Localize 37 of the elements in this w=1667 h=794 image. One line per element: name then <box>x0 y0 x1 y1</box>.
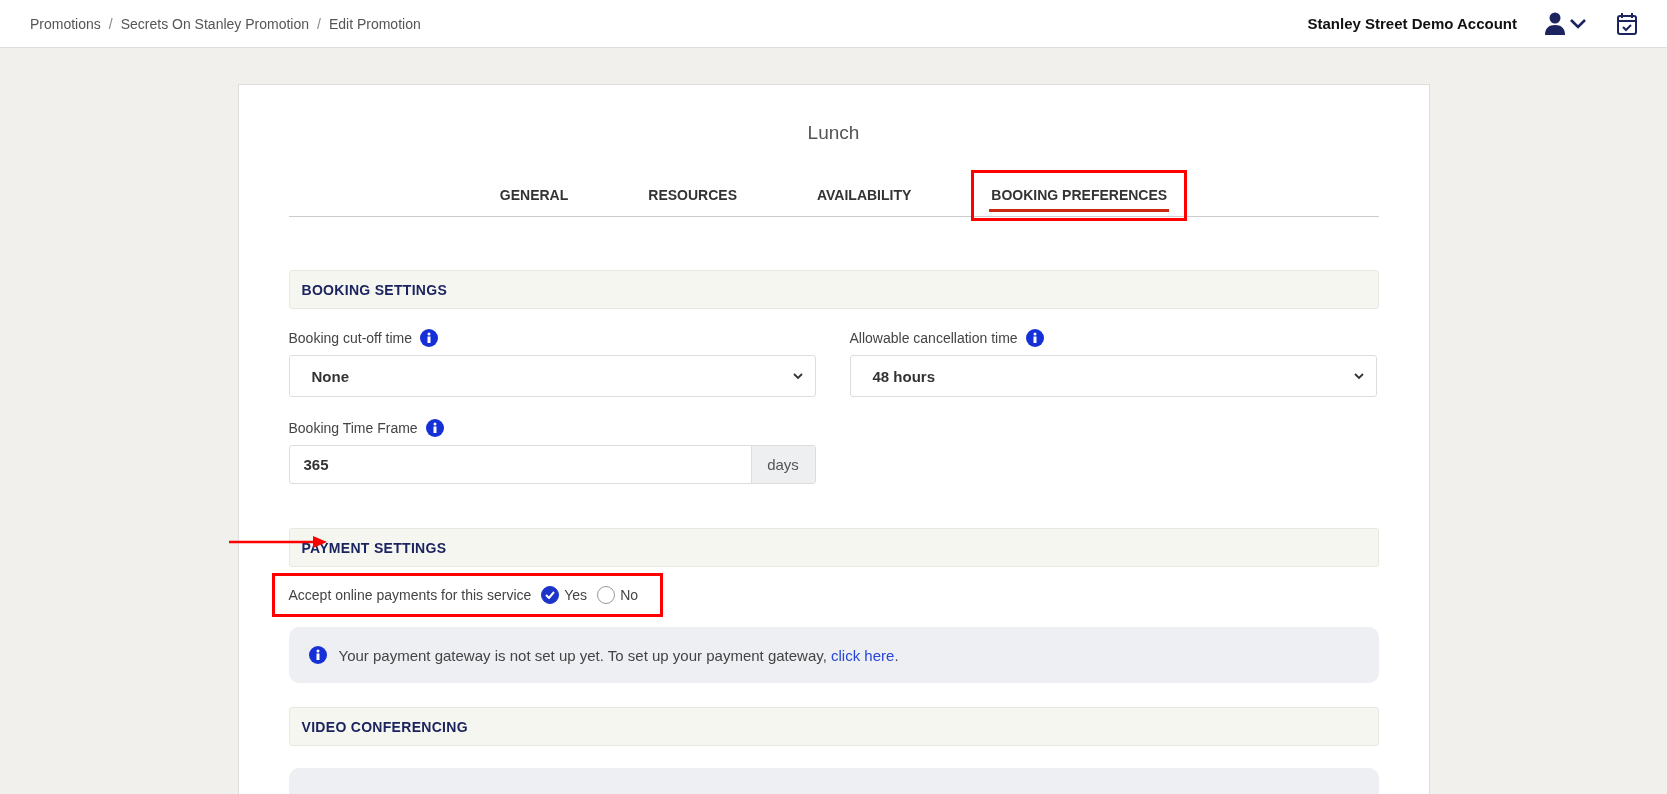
tab[interactable]: RESOURCES <box>646 180 739 212</box>
breadcrumb-separator: / <box>108 15 113 32</box>
info-icon <box>420 329 438 347</box>
tab[interactable]: AVAILABILITY <box>814 180 914 212</box>
radio-button[interactable] <box>597 586 616 604</box>
user-menu-icon[interactable] <box>1545 11 1589 36</box>
breadcrumb-link[interactable]: Secrets On Stanley Promotion <box>120 15 309 32</box>
field-label: Booking cut-off time <box>288 330 412 346</box>
breadcrumb-link[interactable]: Promotions <box>30 15 101 32</box>
breadcrumb-link[interactable]: Edit Promotion <box>328 15 421 32</box>
info-icon <box>308 646 327 664</box>
input-addon: days <box>750 446 815 483</box>
notice-text: Your payment gateway is not set up yet. To set up your payment gateway, click here. <box>338 646 899 664</box>
account-name: Stanley Street Demo Account <box>1307 15 1517 32</box>
click-here-link[interactable]: click here <box>831 646 895 664</box>
checkmark-icon <box>545 591 556 599</box>
tab[interactable]: GENERAL <box>497 180 571 212</box>
input-field[interactable]: 365 days <box>288 445 816 484</box>
field-label: Allowable cancellation time <box>849 330 1018 346</box>
chevron-down-icon <box>1353 372 1364 380</box>
card-title: Lunch <box>806 122 861 144</box>
chevron-down-icon <box>792 372 803 380</box>
field-label: Booking Time Frame <box>288 420 418 436</box>
radio-option[interactable]: No <box>597 586 639 604</box>
radio-option[interactable]: Yes <box>541 586 588 604</box>
info-icon <box>1025 329 1044 347</box>
section-header: VIDEO CONFERENCING <box>288 707 1379 746</box>
section-header: PAYMENT SETTINGS <box>288 528 1379 567</box>
info-icon <box>425 419 444 437</box>
field-label: Accept online payments for this service <box>288 587 532 603</box>
calendar-check-icon[interactable] <box>1617 12 1637 35</box>
tab[interactable]: BOOKING PREFERENCES <box>989 180 1170 212</box>
radio-button[interactable] <box>541 586 560 604</box>
breadcrumb-separator: / <box>317 15 321 32</box>
section-header: BOOKING SETTINGS <box>288 270 1379 309</box>
select-field[interactable]: None <box>288 355 816 397</box>
select-field[interactable]: 48 hours <box>849 355 1377 397</box>
